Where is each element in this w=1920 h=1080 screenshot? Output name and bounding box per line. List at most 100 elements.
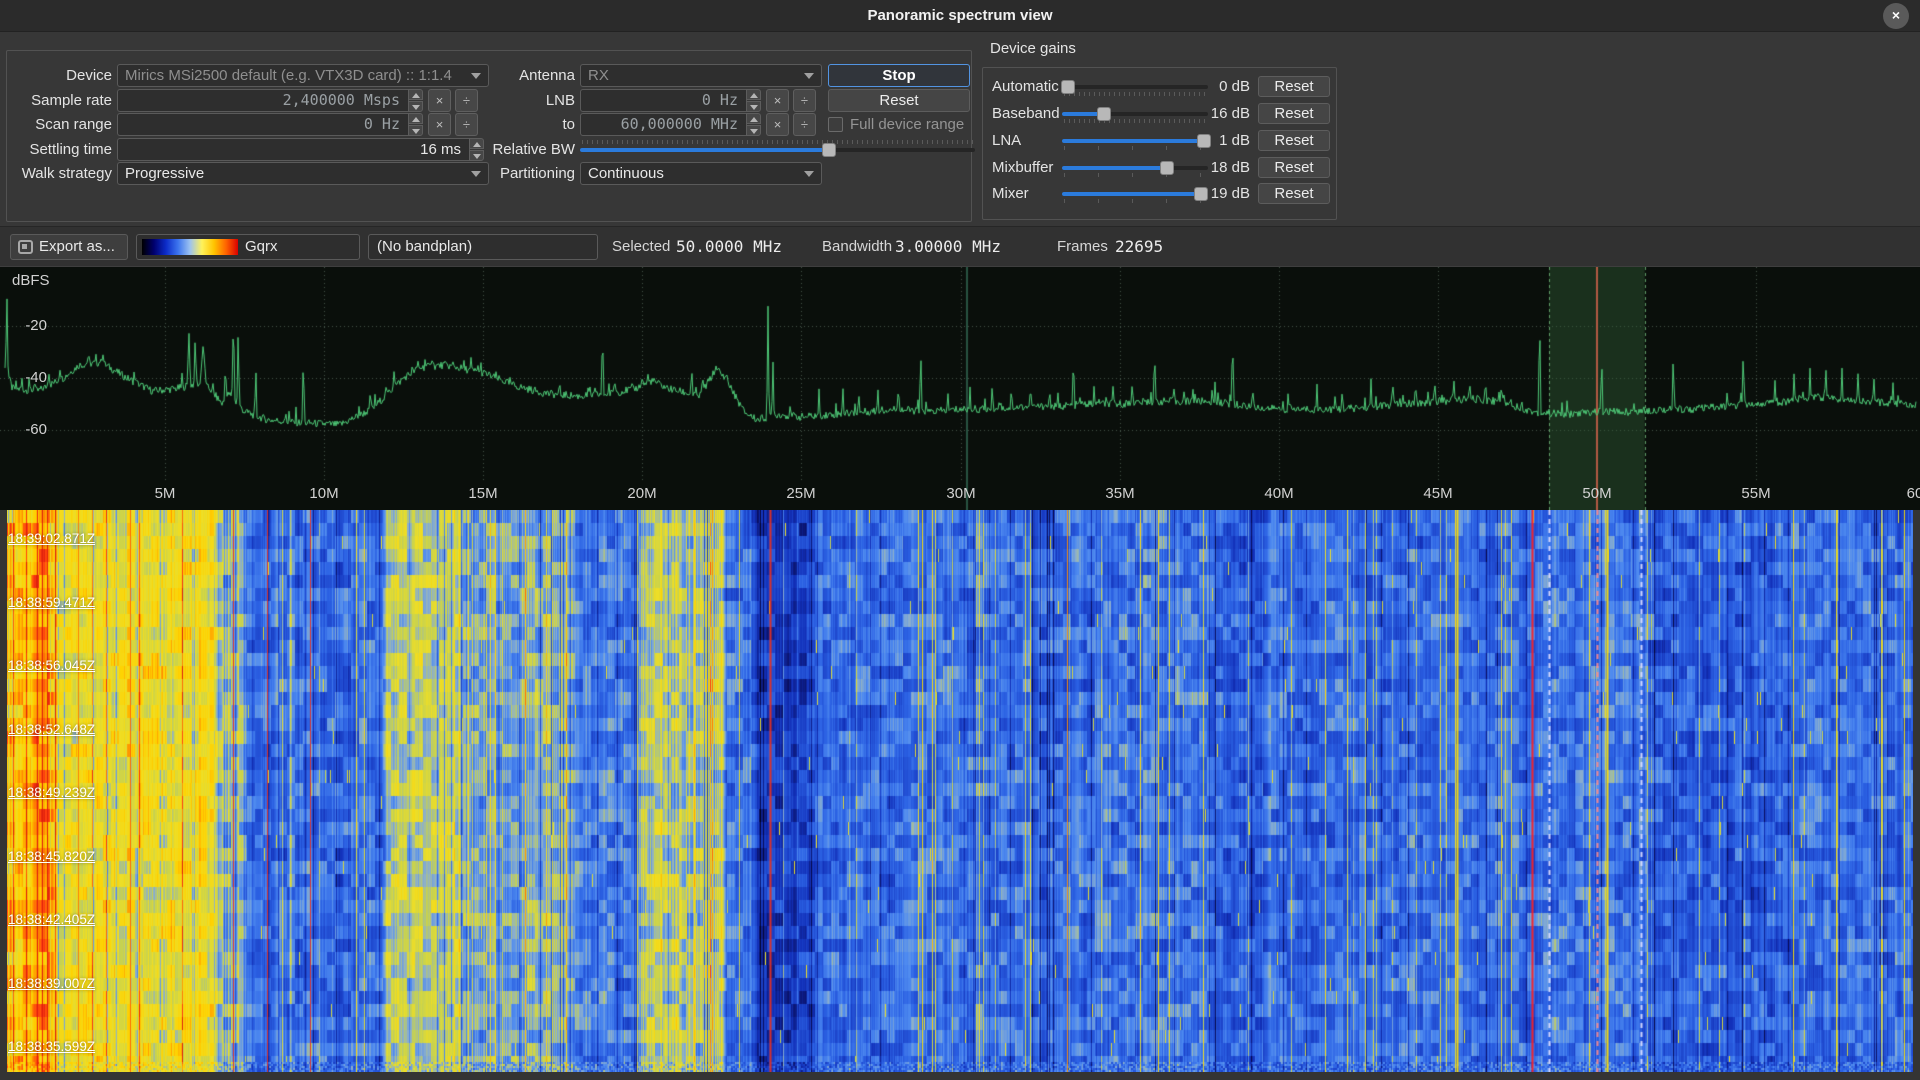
walk-strategy-select[interactable]: Progressive	[117, 162, 489, 185]
slider-fill	[1062, 139, 1204, 143]
waterfall-canvas[interactable]	[7, 510, 1913, 1072]
sample-rate-field[interactable]: 2,400000 Msps	[117, 89, 409, 112]
gain-reset-button[interactable]: Reset	[1258, 157, 1330, 178]
settling-time-label: Settling time	[0, 138, 112, 161]
lnb-multiply-button[interactable]: ×	[766, 89, 789, 112]
slider-track[interactable]	[1062, 166, 1208, 170]
colormap-select[interactable]: Gqrx	[136, 234, 360, 260]
waterfall-timestamp: 18:38:59.471Z	[8, 595, 95, 610]
gain-value: 19 dB	[1208, 182, 1250, 205]
gain-slider[interactable]	[1062, 156, 1208, 179]
spectrum-xtick: 5M	[135, 485, 195, 502]
device-select[interactable]: Mirics MSi2500 default (e.g. VTX3D card)…	[117, 64, 489, 87]
gain-slider[interactable]	[1062, 182, 1208, 205]
spectrum-xtick: 25M	[771, 485, 831, 502]
close-button[interactable]: ×	[1883, 3, 1909, 29]
slider-fill	[1062, 192, 1201, 196]
title-bar: Panoramic spectrum view ×	[0, 0, 1920, 32]
slider-handle[interactable]	[1097, 107, 1111, 121]
spinner-down-icon[interactable]	[746, 101, 761, 112]
slider-track[interactable]	[1062, 192, 1208, 196]
sample-rate-label: Sample rate	[0, 89, 112, 112]
bandwidth-value: 3.00000 MHz	[895, 227, 1001, 267]
bandwidth-label: Bandwidth	[822, 227, 892, 267]
waterfall-timestamp: 18:38:52.648Z	[8, 722, 95, 737]
export-as-button[interactable]: Export as...	[10, 234, 128, 260]
waterfall-display[interactable]: 18:39:02.871Z18:38:59.471Z18:38:56.045Z1…	[0, 510, 1920, 1080]
bandplan-select[interactable]: (No bandplan)	[368, 234, 598, 260]
slider-ticks	[582, 140, 973, 144]
slider-ticks	[1064, 173, 1206, 177]
walk-strategy-value: Progressive	[125, 165, 204, 182]
selected-value: 50.0000 MHz	[676, 227, 782, 267]
gain-label: Automatic	[992, 75, 1068, 98]
scan-to-multiply-button[interactable]: ×	[766, 113, 789, 136]
spinner-up-icon[interactable]	[746, 89, 761, 100]
spinner-down-icon[interactable]	[408, 125, 423, 136]
slider-track[interactable]	[1062, 112, 1208, 116]
spinner-down-icon[interactable]	[746, 125, 761, 136]
gain-value: 1 dB	[1208, 129, 1250, 152]
stop-button[interactable]: Stop	[828, 64, 970, 87]
gain-reset-button[interactable]: Reset	[1258, 130, 1330, 151]
gain-slider[interactable]	[1062, 129, 1208, 152]
scan-to-spinner[interactable]	[746, 113, 761, 136]
slider-track[interactable]	[1062, 139, 1208, 143]
slider-handle[interactable]	[1061, 80, 1075, 94]
reset-scan-button[interactable]: Reset	[828, 89, 970, 112]
gain-label: LNA	[992, 129, 1068, 152]
antenna-select[interactable]: RX	[580, 64, 822, 87]
slider-handle[interactable]	[1160, 161, 1174, 175]
spectrum-xtick: 40M	[1249, 485, 1309, 502]
antenna-label: Antenna	[440, 64, 575, 87]
slider-handle[interactable]	[822, 143, 836, 157]
gain-reset-button[interactable]: Reset	[1258, 76, 1330, 97]
settling-time-field[interactable]: 16 ms	[117, 138, 470, 161]
spectrum-xtick: 45M	[1408, 485, 1468, 502]
gain-reset-button[interactable]: Reset	[1258, 103, 1330, 124]
scan-to-field[interactable]: 60,000000 MHz	[580, 113, 747, 136]
chevron-down-icon	[804, 171, 814, 177]
spectrum-ylabel: dBFS	[12, 272, 50, 289]
spinner-down-icon[interactable]	[408, 101, 423, 112]
lnb-label: LNB	[440, 89, 575, 112]
chevron-down-icon	[804, 73, 814, 79]
device-label: Device	[0, 64, 112, 87]
spinner-up-icon[interactable]	[408, 89, 423, 100]
spectrum-xtick: 35M	[1090, 485, 1150, 502]
lnb-field[interactable]: 0 Hz	[580, 89, 747, 112]
spinner-up-icon[interactable]	[746, 113, 761, 124]
gain-reset-button[interactable]: Reset	[1258, 183, 1330, 204]
slider-track[interactable]	[580, 148, 975, 152]
to-label: to	[440, 113, 575, 136]
spectrum-ytick: -60	[0, 421, 47, 438]
frames-label: Frames	[1057, 227, 1108, 267]
window-title: Panoramic spectrum view	[0, 0, 1920, 32]
slider-fill	[580, 148, 829, 152]
slider-track[interactable]	[1062, 85, 1208, 89]
spectrum-ytick: -40	[0, 369, 47, 386]
partitioning-select[interactable]: Continuous	[580, 162, 822, 185]
full-device-range-checkbox[interactable]	[828, 117, 843, 132]
spectrum-plot[interactable]: dBFS -20-40-605M10M15M20M25M30M35M40M45M…	[0, 266, 1920, 510]
export-as-label: Export as...	[39, 238, 115, 255]
slider-handle[interactable]	[1194, 187, 1208, 201]
gain-slider[interactable]	[1062, 102, 1208, 125]
scan-range-field[interactable]: 0 Hz	[117, 113, 409, 136]
spectrum-canvas[interactable]	[0, 267, 1920, 510]
export-icon	[18, 240, 33, 254]
scan-range-spinner[interactable]	[408, 113, 423, 136]
spinner-up-icon[interactable]	[408, 113, 423, 124]
lnb-divide-button[interactable]: ÷	[793, 89, 816, 112]
gain-value: 16 dB	[1208, 102, 1250, 125]
spectrum-xtick: 10M	[294, 485, 354, 502]
gain-slider[interactable]	[1062, 75, 1208, 98]
lnb-spinner[interactable]	[746, 89, 761, 112]
slider-ticks	[1064, 119, 1206, 123]
colormap-value: Gqrx	[245, 238, 278, 255]
scan-to-divide-button[interactable]: ÷	[793, 113, 816, 136]
frames-value: 22695	[1115, 227, 1163, 267]
relative-bw-slider[interactable]	[580, 138, 975, 161]
waterfall-timestamp: 18:39:02.871Z	[8, 531, 95, 546]
sample-rate-spinner[interactable]	[408, 89, 423, 112]
